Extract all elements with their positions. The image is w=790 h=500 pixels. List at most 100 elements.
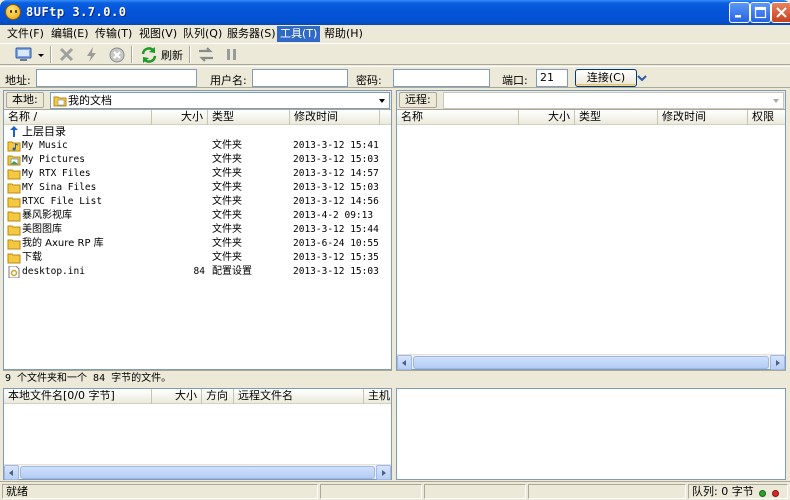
menu-view[interactable]: 视图(V): [136, 26, 180, 42]
quick-connect-button[interactable]: [82, 45, 102, 64]
file-modified: 2013-3-12 14:56: [293, 196, 379, 207]
scroll-right-button[interactable]: [376, 465, 391, 480]
col-name[interactable]: 名称: [397, 110, 519, 125]
file-modified: 2013-3-12 15:41: [293, 140, 379, 151]
close-button[interactable]: [771, 2, 790, 23]
table-row[interactable]: My Music 文件夹 2013-3-12 15:41: [4, 139, 391, 153]
folder-icon: [7, 239, 21, 250]
col-direction[interactable]: 方向: [202, 389, 234, 404]
disconnect-button[interactable]: [57, 45, 77, 64]
table-row[interactable]: My Pictures 文件夹 2013-3-12 15:03: [4, 153, 391, 167]
file-type: 文件夹: [212, 238, 242, 249]
col-modified[interactable]: 修改时间: [290, 110, 380, 125]
file-modified: 2013-3-12 14:57: [293, 168, 379, 179]
folder-icon: [7, 197, 21, 208]
scroll-right-button[interactable]: [770, 355, 785, 370]
remote-hscrollbar[interactable]: [397, 354, 785, 370]
table-row[interactable]: 我的 Axure RP 库 文件夹 2013-6-24 10:55: [4, 237, 391, 251]
scroll-left-button[interactable]: [4, 465, 19, 480]
file-type: 文件夹: [212, 196, 242, 207]
local-summary: 9 个文件夹和一个 84 字节的文件。: [3, 370, 392, 386]
status-segment: [528, 484, 686, 499]
menu-server[interactable]: 服务器(S): [224, 26, 279, 42]
site-manager-dropdown[interactable]: [36, 45, 46, 64]
window-title: 8UFtp 3.7.0.0: [26, 5, 127, 19]
parent-dir-row[interactable]: 上层目录: [4, 125, 391, 139]
col-local-file[interactable]: 本地文件名[0/0 字节]: [4, 389, 152, 404]
status-text: 就绪: [2, 484, 318, 499]
remote-column-header: 名称 大小 类型 修改时间 权限: [397, 110, 785, 125]
queue-column-header: 本地文件名[0/0 字节] 大小 方向 远程文件名 主机: [4, 389, 391, 404]
minimize-button[interactable]: [729, 2, 750, 23]
col-remote-file[interactable]: 远程文件名: [234, 389, 364, 404]
table-row[interactable]: 下载 文件夹 2013-3-12 15:35: [4, 251, 391, 265]
toolbar-separator: [131, 46, 133, 63]
port-input[interactable]: 21: [536, 69, 568, 87]
remote-path-dropdown[interactable]: [770, 94, 782, 107]
col-type[interactable]: 类型: [208, 110, 290, 125]
folder-icon: [7, 183, 21, 194]
chevron-down-icon: [637, 75, 647, 82]
col-size[interactable]: 大小: [152, 389, 202, 404]
file-name: 我的 Axure RP 库: [22, 238, 104, 249]
local-path-dropdown[interactable]: [376, 94, 388, 107]
menu-edit[interactable]: 编辑(E): [48, 26, 92, 42]
scroll-left-button[interactable]: [397, 355, 412, 370]
local-label: 本地:: [6, 92, 44, 108]
password-input[interactable]: [393, 69, 490, 87]
col-permissions[interactable]: 权限: [748, 110, 785, 125]
file-type: 文件夹: [212, 252, 242, 263]
pause-button[interactable]: [222, 45, 242, 64]
queue-hscrollbar[interactable]: [4, 464, 391, 480]
username-input[interactable]: [252, 69, 348, 87]
host-label: 地址:: [5, 74, 31, 87]
connect-dropdown[interactable]: [637, 71, 647, 85]
address-bar: 地址: 用户名: 密码: 端口: 21 连接(C): [0, 66, 790, 88]
local-path-combo[interactable]: 我的文档: [50, 92, 390, 109]
music-folder-icon: [7, 141, 21, 152]
menu-tools[interactable]: 工具(T): [277, 26, 321, 42]
remote-path-combo[interactable]: [443, 92, 784, 109]
status-bar: 就绪 队列: 0 字节: [0, 481, 790, 500]
menu-transfer[interactable]: 传输(T): [92, 26, 135, 42]
local-pane: 本地: 我的文档 名称 / 大小 类型 修改时间 上层目录 My Music 文…: [3, 90, 392, 370]
refresh-button[interactable]: [139, 45, 159, 64]
menu-help[interactable]: 帮助(H): [321, 26, 366, 42]
col-type[interactable]: 类型: [575, 110, 658, 125]
dropdown-arrow-icon: [38, 54, 44, 57]
file-size: 84: [193, 266, 205, 277]
transfer-button[interactable]: [196, 45, 216, 64]
table-row[interactable]: desktop.ini 84 配置设置 2013-3-12 15:03: [4, 265, 391, 279]
connect-button[interactable]: 连接(C): [575, 69, 637, 87]
file-name: 下载: [22, 252, 42, 263]
col-size[interactable]: 大小: [152, 110, 208, 125]
col-size[interactable]: 大小: [519, 110, 575, 125]
menu-file[interactable]: 文件(F): [4, 26, 47, 42]
col-host[interactable]: 主机: [364, 389, 391, 404]
col-modified[interactable]: 修改时间: [658, 110, 748, 125]
col-name[interactable]: 名称 /: [4, 110, 152, 125]
table-row[interactable]: RTXC File List 文件夹 2013-3-12 14:56: [4, 195, 391, 209]
site-manager-button[interactable]: [14, 45, 34, 64]
maximize-button[interactable]: [750, 2, 771, 23]
port-label: 端口:: [502, 74, 528, 87]
file-modified: 2013-3-12 15:35: [293, 252, 379, 263]
refresh-label[interactable]: 刷新: [161, 47, 183, 63]
table-row[interactable]: 美图图库 文件夹 2013-3-12 15:44: [4, 223, 391, 237]
parent-dir-label: 上层目录: [22, 125, 66, 138]
host-input[interactable]: [36, 69, 197, 87]
scroll-thumb[interactable]: [20, 466, 375, 479]
stop-button[interactable]: [107, 45, 127, 64]
table-row[interactable]: My RTX Files 文件夹 2013-3-12 14:57: [4, 167, 391, 181]
file-modified: 2013-3-12 15:03: [293, 266, 379, 277]
menu-queue[interactable]: 队列(Q): [180, 26, 225, 42]
scroll-thumb[interactable]: [413, 356, 769, 369]
table-row[interactable]: MY Sina Files 文件夹 2013-3-12 15:03: [4, 181, 391, 195]
table-row[interactable]: 暴风影视库 文件夹 2013-4-2 09:13: [4, 209, 391, 223]
file-type: 文件夹: [212, 182, 242, 193]
log-pane: [396, 388, 786, 480]
toolbar: [0, 43, 790, 65]
minimize-icon: [735, 15, 741, 18]
title-bar[interactable]: 8UFtp 3.7.0.0: [0, 0, 790, 25]
folder-icon: [7, 253, 21, 264]
